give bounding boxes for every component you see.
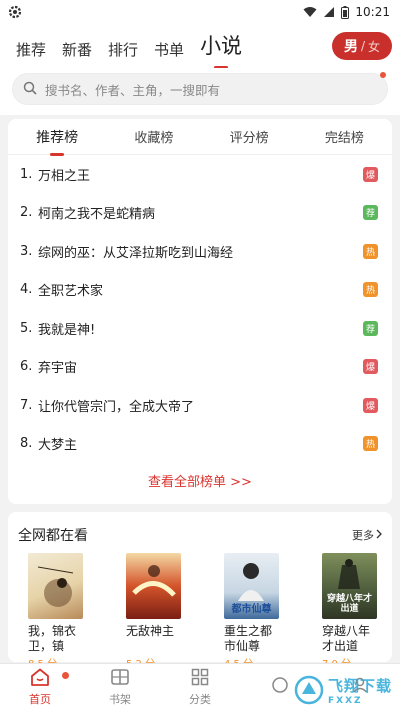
tab-recommend[interactable]: 推荐 <box>16 39 46 62</box>
hot-badge: 爆 <box>363 359 378 375</box>
bottom-navigation: 首页 书架 分类 飞翔下载 FXXZ <box>0 663 400 711</box>
gender-female[interactable]: 女 <box>368 38 380 55</box>
tab-novel[interactable]: 小说 <box>200 30 242 62</box>
gender-separator: / <box>360 39 366 53</box>
cover-title: 穿越八年才出道 <box>326 594 372 615</box>
rank-number: 7. <box>20 397 33 413</box>
book-title[interactable]: 无敌神主 <box>126 624 182 654</box>
nav-bookshelf-label: 书架 <box>109 693 131 706</box>
popular-badge: 热 <box>363 436 378 452</box>
signal-icon <box>323 6 335 18</box>
book-card[interactable]: 都市仙尊 重生之都市仙尊 4.5 分 <box>224 553 280 670</box>
tab-booklist[interactable]: 书单 <box>154 39 184 62</box>
rank-number: 5. <box>20 320 33 336</box>
book-cover[interactable]: 穿越八年才出道 <box>322 553 377 619</box>
chevron-right-icon <box>376 529 382 542</box>
gender-male[interactable]: 男 <box>344 36 358 56</box>
hot-badge: 爆 <box>363 166 378 182</box>
recommend-badge: 荐 <box>363 320 378 336</box>
tab-ranking[interactable]: 排行 <box>108 39 138 62</box>
list-item[interactable]: 8. 大梦主 热 <box>20 425 378 464</box>
nav-category-label: 分类 <box>189 693 211 706</box>
list-item[interactable]: 1. 万相之王 爆 <box>20 155 378 194</box>
recommend-badge: 荐 <box>363 205 378 221</box>
watermark-emblem-icon <box>294 675 324 705</box>
tab-recommend-rank[interactable]: 推荐榜 <box>30 127 84 147</box>
book-title[interactable]: 我，锦衣卫，镇守… <box>28 624 84 654</box>
notification-dot <box>380 72 386 78</box>
list-item[interactable]: 5. 我就是神! 荐 <box>20 309 378 348</box>
tab-rating-rank[interactable]: 评分榜 <box>224 127 275 146</box>
ranking-card: 推荐榜 收藏榜 评分榜 完结榜 1. 万相之王 爆 2. 柯南之我不是蛇精病 荐… <box>8 119 392 504</box>
rank-number: 6. <box>20 359 33 375</box>
rank-number: 4. <box>20 282 33 298</box>
bookshelf-icon <box>110 668 130 689</box>
search-placeholder: 搜书名、作者、主角，一搜即有 <box>45 82 221 98</box>
book-title[interactable]: 我就是神! <box>38 319 363 338</box>
nav-icon <box>271 676 289 697</box>
book-cover[interactable]: 都市仙尊 <box>224 553 279 619</box>
ranking-list: 1. 万相之王 爆 2. 柯南之我不是蛇精病 荐 3. 综网的巫：从艾泽拉斯吃到… <box>8 155 392 463</box>
nav-home[interactable]: 首页 <box>0 664 80 711</box>
search-icon <box>23 81 37 98</box>
book-title[interactable]: 穿越八年才出道 <box>322 624 378 654</box>
nav-bookshelf[interactable]: 书架 <box>80 664 160 711</box>
rank-number: 2. <box>20 205 33 221</box>
trending-card: 全网都在看 更多 我，锦衣卫，镇守… 8.5 分 无敌神主 5.2 分 <box>8 512 392 670</box>
book-cover[interactable] <box>126 553 181 619</box>
ranking-tabs: 推荐榜 收藏榜 评分榜 完结榜 <box>8 119 392 155</box>
popular-badge: 热 <box>363 243 378 259</box>
tab-favorite-rank[interactable]: 收藏榜 <box>128 127 179 146</box>
search-input[interactable]: 搜书名、作者、主角，一搜即有 <box>12 73 388 105</box>
section-title: 全网都在看 <box>18 528 88 544</box>
status-time: 10:21 <box>355 5 390 19</box>
book-title[interactable]: 万相之王 <box>38 165 363 184</box>
watermark-subtext: FXXZ <box>328 695 363 706</box>
hot-badge: 爆 <box>363 397 378 413</box>
book-title[interactable]: 柯南之我不是蛇精病 <box>38 203 363 222</box>
book-title[interactable]: 大梦主 <box>38 434 363 453</box>
book-title[interactable]: 综网的巫：从艾泽拉斯吃到山海经 <box>38 242 363 261</box>
more-link[interactable]: 更多 <box>352 527 382 543</box>
view-all-rankings-link[interactable]: 查看全部榜单 >> <box>8 471 392 490</box>
top-navigation: 推荐 新番 排行 书单 小说 男 / 女 <box>0 24 400 68</box>
nav-category[interactable]: 分类 <box>160 664 240 711</box>
book-title[interactable]: 重生之都市仙尊 <box>224 624 280 654</box>
book-row: 我，锦衣卫，镇守… 8.5 分 无敌神主 5.2 分 都市仙尊 重生之都市仙尊 … <box>8 553 392 670</box>
tab-new[interactable]: 新番 <box>62 39 92 62</box>
list-item[interactable]: 3. 综网的巫：从艾泽拉斯吃到山海经 热 <box>20 232 378 271</box>
list-item[interactable]: 2. 柯南之我不是蛇精病 荐 <box>20 194 378 233</box>
cover-title: 都市仙尊 <box>231 604 272 615</box>
rank-number: 3. <box>20 243 33 259</box>
book-title[interactable]: 让你代管宗门，全成大帝了 <box>38 396 363 415</box>
notification-dot <box>62 672 69 679</box>
book-card[interactable]: 无敌神主 5.2 分 <box>126 553 182 670</box>
rank-number: 8. <box>20 436 33 452</box>
search-area: 搜书名、作者、主角，一搜即有 <box>0 68 400 115</box>
book-cover[interactable] <box>28 553 83 619</box>
settings-gear-icon <box>8 5 22 19</box>
book-title[interactable]: 弃宇宙 <box>38 357 363 376</box>
rank-number: 1. <box>20 166 33 182</box>
category-grid-icon <box>191 668 209 689</box>
gender-toggle[interactable]: 男 / 女 <box>332 32 392 60</box>
popular-badge: 热 <box>363 282 378 298</box>
more-label: 更多 <box>352 529 374 542</box>
nav-home-label: 首页 <box>29 693 51 706</box>
home-icon <box>30 668 50 689</box>
status-bar: 10:21 <box>0 0 400 24</box>
tab-completed-rank[interactable]: 完结榜 <box>319 127 370 146</box>
list-item[interactable]: 4. 全职艺术家 热 <box>20 271 378 310</box>
book-title[interactable]: 全职艺术家 <box>38 280 363 299</box>
wifi-icon <box>303 6 317 18</box>
watermark-logo: 飞翔下载 FXXZ <box>294 673 394 707</box>
list-item[interactable]: 7. 让你代管宗门，全成大帝了 爆 <box>20 386 378 425</box>
book-card[interactable]: 我，锦衣卫，镇守… 8.5 分 <box>28 553 84 670</box>
book-card[interactable]: 穿越八年才出道 穿越八年才出道 7.0 分 <box>322 553 378 670</box>
list-item[interactable]: 6. 弃宇宙 爆 <box>20 348 378 387</box>
battery-icon <box>341 5 350 19</box>
watermark-text: 飞翔下载 <box>328 676 393 695</box>
